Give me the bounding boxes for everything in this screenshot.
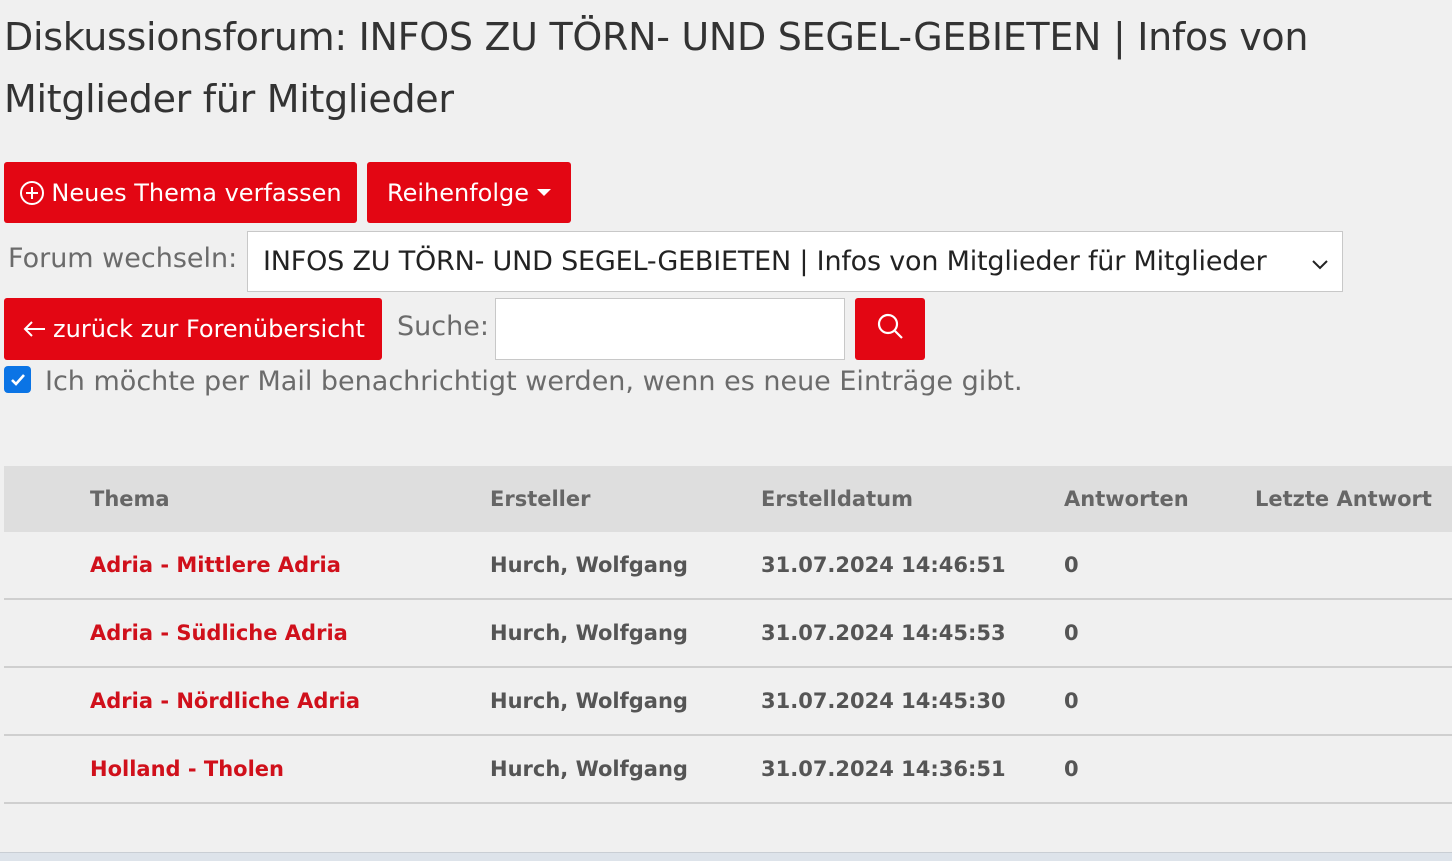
forum-switch-label: Forum wechseln: bbox=[8, 243, 238, 274]
back-to-overview-button[interactable]: zurück zur Forenübersicht bbox=[4, 298, 382, 360]
topic-date: 31.07.2024 14:36:51 bbox=[761, 735, 1064, 804]
checkmark-icon bbox=[10, 373, 25, 386]
search-label: Suche: bbox=[397, 311, 489, 342]
table-row: Adria - Südliche Adria Hurch, Wolfgang 3… bbox=[4, 599, 1452, 668]
topic-last-reply bbox=[1255, 667, 1452, 736]
topic-date: 31.07.2024 14:45:30 bbox=[761, 667, 1064, 736]
header-author[interactable]: Ersteller bbox=[490, 466, 761, 532]
chevron-down-icon bbox=[1310, 250, 1330, 281]
table-header-row: Thema Ersteller Erstelldatum Antworten L… bbox=[4, 466, 1452, 532]
topic-link[interactable]: Adria - Nördliche Adria bbox=[90, 667, 490, 736]
topic-last-reply bbox=[1255, 599, 1452, 668]
topic-replies: 0 bbox=[1064, 532, 1255, 600]
topic-replies: 0 bbox=[1064, 667, 1255, 736]
row-spacer bbox=[4, 667, 90, 736]
header-last-reply[interactable]: Letzte Antwort bbox=[1255, 466, 1452, 532]
search-button[interactable] bbox=[855, 298, 925, 360]
topic-link[interactable]: Adria - Mittlere Adria bbox=[90, 532, 490, 600]
header-replies[interactable]: Antworten bbox=[1064, 466, 1255, 532]
topic-author: Hurch, Wolfgang bbox=[490, 735, 761, 804]
topic-link[interactable]: Adria - Südliche Adria bbox=[90, 599, 490, 668]
topic-link[interactable]: Holland - Tholen bbox=[90, 735, 490, 804]
topic-author: Hurch, Wolfgang bbox=[490, 599, 761, 668]
row-spacer bbox=[4, 599, 90, 668]
caret-down-icon bbox=[537, 189, 552, 196]
row-spacer bbox=[4, 532, 90, 600]
new-topic-button[interactable]: Neues Thema verfassen bbox=[4, 162, 357, 223]
table-row: Holland - Tholen Hurch, Wolfgang 31.07.2… bbox=[4, 735, 1452, 804]
topic-date: 31.07.2024 14:45:53 bbox=[761, 599, 1064, 668]
notify-label: Ich möchte per Mail benachrichtigt werde… bbox=[45, 366, 1023, 397]
forum-switch-value: INFOS ZU TÖRN- UND SEGEL-GEBIETEN | Info… bbox=[263, 246, 1267, 277]
back-label: zurück zur Forenübersicht bbox=[53, 315, 365, 343]
row-spacer bbox=[4, 735, 90, 804]
page-title: Diskussionsforum: INFOS ZU TÖRN- UND SEG… bbox=[4, 15, 1309, 121]
topic-author: Hurch, Wolfgang bbox=[490, 667, 761, 736]
order-label: Reihenfolge bbox=[386, 178, 530, 207]
forum-switch-select[interactable]: INFOS ZU TÖRN- UND SEGEL-GEBIETEN | Info… bbox=[247, 231, 1343, 292]
topic-date: 31.07.2024 14:46:51 bbox=[761, 532, 1064, 600]
topic-last-reply bbox=[1255, 735, 1452, 804]
topic-last-reply bbox=[1255, 532, 1452, 600]
header-date[interactable]: Erstelldatum bbox=[761, 466, 1064, 532]
search-input[interactable] bbox=[495, 298, 845, 360]
order-dropdown-button[interactable]: Reihenfolge bbox=[367, 162, 571, 223]
arrow-left-icon bbox=[21, 319, 47, 339]
table-row: Adria - Nördliche Adria Hurch, Wolfgang … bbox=[4, 667, 1452, 736]
topics-table: Thema Ersteller Erstelldatum Antworten L… bbox=[4, 466, 1452, 804]
notify-checkbox[interactable] bbox=[4, 366, 31, 393]
header-spacer bbox=[4, 466, 90, 532]
plus-circle-icon bbox=[19, 180, 45, 206]
notify-checkbox-wrap bbox=[4, 366, 31, 393]
topic-replies: 0 bbox=[1064, 735, 1255, 804]
topic-author: Hurch, Wolfgang bbox=[490, 532, 761, 600]
search-icon bbox=[876, 312, 904, 346]
new-topic-label: Neues Thema verfassen bbox=[51, 178, 342, 207]
header-topic[interactable]: Thema bbox=[90, 466, 490, 532]
topic-replies: 0 bbox=[1064, 599, 1255, 668]
table-row: Adria - Mittlere Adria Hurch, Wolfgang 3… bbox=[4, 532, 1452, 600]
